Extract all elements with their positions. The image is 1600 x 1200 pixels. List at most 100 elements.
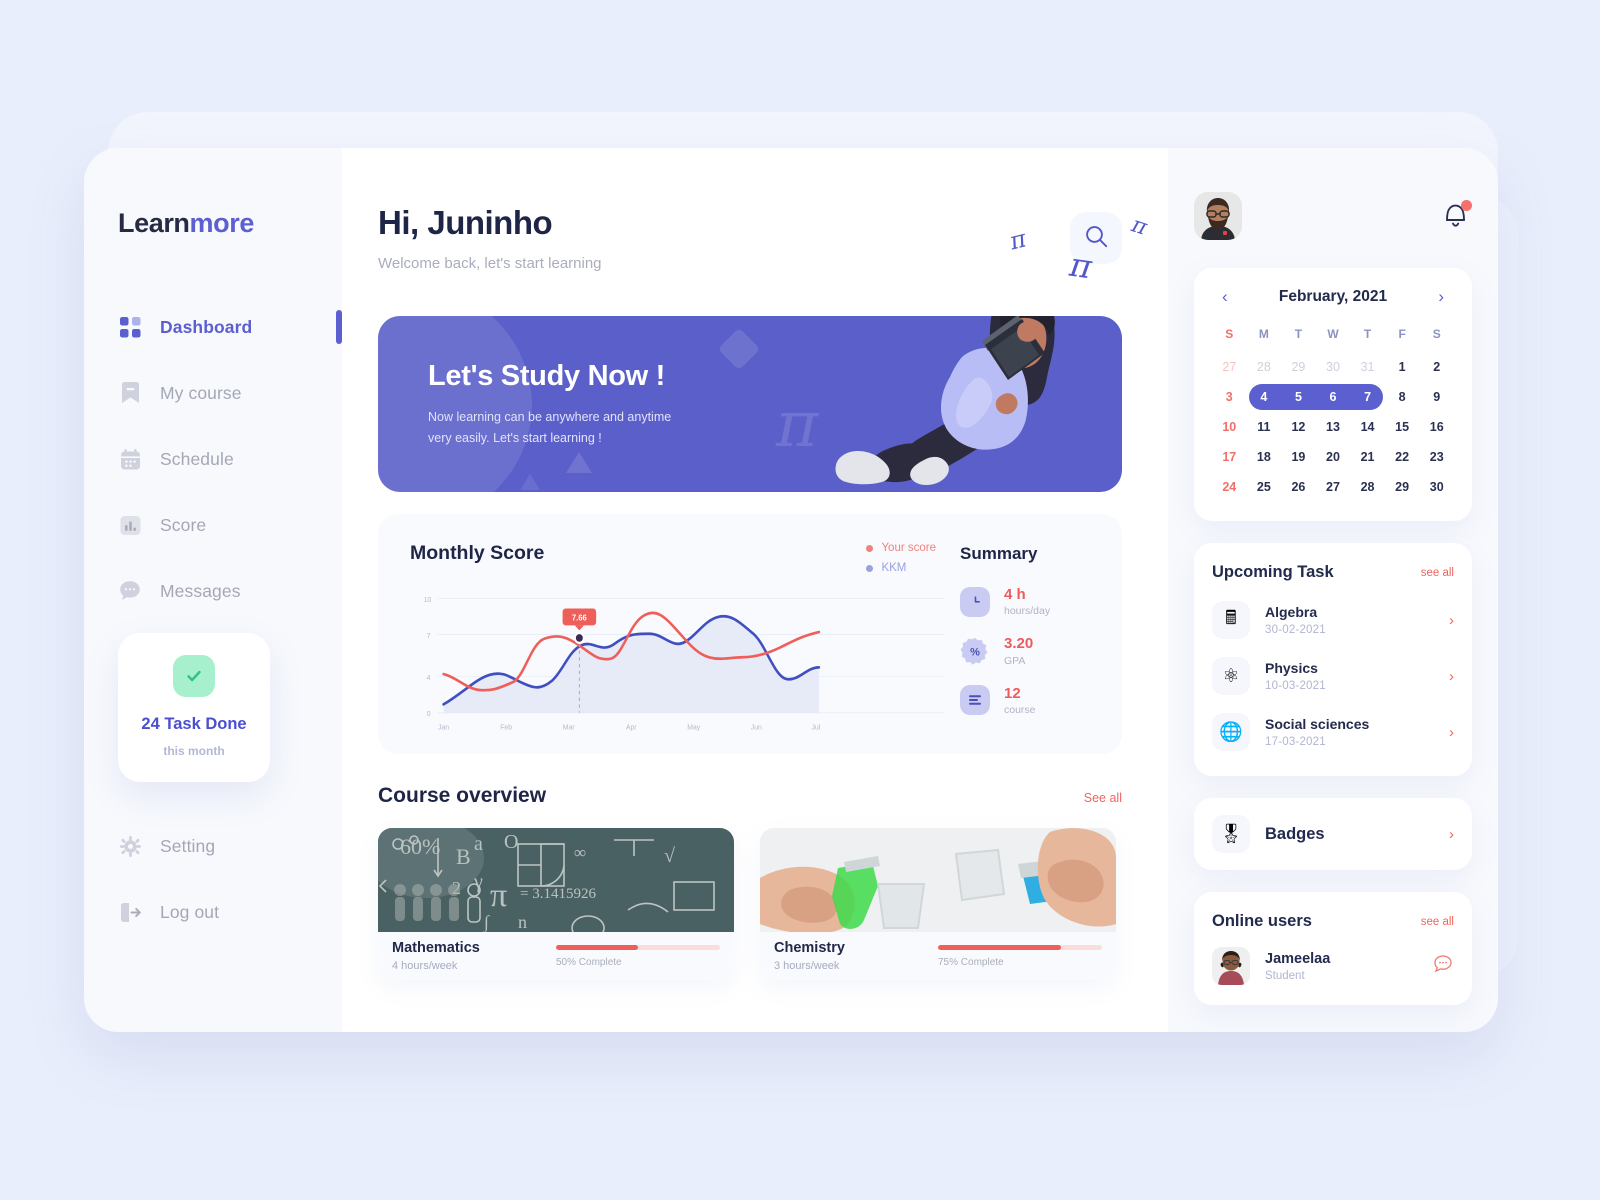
calendar-day[interactable]: 14 bbox=[1350, 413, 1385, 441]
bookmark-icon bbox=[118, 381, 142, 405]
calendar-prev-button[interactable]: ‹ bbox=[1216, 286, 1234, 307]
calendar-day[interactable]: 28 bbox=[1247, 353, 1282, 381]
calendar-day[interactable]: 3 bbox=[1212, 383, 1247, 411]
upcoming-see-all-link[interactable]: see all bbox=[1421, 567, 1454, 579]
calendar-day-selected[interactable]: 4 bbox=[1247, 383, 1282, 411]
summary-unit: GPA bbox=[1004, 654, 1026, 667]
calendar-day[interactable]: 30 bbox=[1419, 473, 1454, 501]
monthly-score-card: Monthly Score Your score KKM 10 7 4 0 7.… bbox=[378, 514, 1122, 754]
study-banner: π Let's Study Now ! Now learning can be … bbox=[378, 316, 1122, 492]
calendar-day[interactable]: 13 bbox=[1316, 413, 1351, 441]
calendar-dow: M bbox=[1258, 327, 1269, 341]
calendar-day[interactable]: 11 bbox=[1247, 413, 1282, 441]
calendar-day[interactable]: 21 bbox=[1350, 443, 1385, 471]
line-chart: 10 7 4 0 7.66 Jan Feb Mar Apr May Jun Ju… bbox=[410, 590, 944, 738]
calendar-day[interactable]: 30 bbox=[1316, 353, 1351, 381]
calendar-day-selected[interactable]: 5 bbox=[1281, 383, 1316, 411]
calendar-day[interactable]: 23 bbox=[1419, 443, 1454, 471]
course-footer: Chemistry 3 hours/week 75% Complete bbox=[760, 932, 1116, 972]
sidebar-item-dashboard[interactable]: Dashboard bbox=[84, 301, 342, 353]
svg-text:60%: 60% bbox=[400, 834, 440, 859]
calendar-day[interactable]: 15 bbox=[1385, 413, 1420, 441]
legend-dot-icon bbox=[866, 564, 874, 572]
sidebar-item-schedule[interactable]: Schedule bbox=[84, 433, 342, 485]
calendar-day[interactable]: 31 bbox=[1350, 353, 1385, 381]
banner-text: Let's Study Now ! Now learning can be an… bbox=[428, 360, 671, 448]
calendar-next-button[interactable]: › bbox=[1432, 286, 1450, 307]
sidebar-item-logout[interactable]: Log out bbox=[84, 886, 342, 938]
svg-text:7.66: 7.66 bbox=[572, 613, 587, 622]
calendar-day[interactable]: 12 bbox=[1281, 413, 1316, 441]
list-icon bbox=[960, 685, 990, 716]
chart-title: Monthly Score bbox=[410, 542, 545, 564]
calendar-day[interactable]: 1 bbox=[1385, 353, 1420, 381]
notifications-button[interactable] bbox=[1442, 200, 1472, 232]
calendar-day-label: 4 bbox=[1260, 390, 1268, 404]
sidebar-item-messages[interactable]: Messages bbox=[84, 565, 342, 617]
globe-icon: 🌐 bbox=[1212, 713, 1250, 751]
upcoming-task-header: Upcoming Task see all bbox=[1212, 563, 1454, 582]
online-users-title: Online users bbox=[1212, 912, 1312, 930]
sidebar-item-my-course[interactable]: My course bbox=[84, 367, 342, 419]
course-card[interactable]: 60% B a O ∞ γ 2 bbox=[378, 828, 734, 980]
svg-text:Jun: Jun bbox=[751, 722, 762, 731]
task-done-card: 24 Task Done this month bbox=[118, 633, 270, 783]
calendar-day[interactable]: 29 bbox=[1281, 353, 1316, 381]
progress-bar-track bbox=[556, 944, 720, 950]
badges-panel[interactable]: 🎖 Badges › bbox=[1194, 798, 1472, 870]
calendar-dow: S bbox=[1432, 327, 1441, 341]
chart-legend: Your score KKM bbox=[866, 542, 960, 582]
calendar-day[interactable]: 17 bbox=[1212, 443, 1247, 471]
calendar-day[interactable]: 26 bbox=[1281, 473, 1316, 501]
calendar-day[interactable]: 18 bbox=[1247, 443, 1282, 471]
task-item-name: Physics bbox=[1265, 660, 1318, 676]
calendar-day[interactable]: 10 bbox=[1212, 413, 1247, 441]
banner-title: Let's Study Now ! bbox=[428, 360, 666, 392]
calendar-day[interactable]: 9 bbox=[1419, 383, 1454, 411]
user-avatar[interactable] bbox=[1194, 192, 1242, 240]
calendar-day[interactable]: 8 bbox=[1385, 383, 1420, 411]
progress-label: 50% Complete bbox=[556, 956, 622, 968]
calendar-day[interactable]: 27 bbox=[1316, 473, 1351, 501]
calendar-day[interactable]: 29 bbox=[1385, 473, 1420, 501]
calendar-day[interactable]: 27 bbox=[1212, 353, 1247, 381]
upcoming-task-item[interactable]: ⚛ Physics 10-03-2021 › bbox=[1212, 648, 1454, 704]
sidebar-item-score[interactable]: Score bbox=[84, 499, 342, 551]
screen: Learnmore Dashboard My course Schedule S… bbox=[0, 0, 1600, 1200]
calendar-day[interactable]: 16 bbox=[1419, 413, 1454, 441]
chevron-right-icon: › bbox=[1449, 723, 1454, 741]
legend-item: KKM bbox=[866, 562, 936, 574]
upcoming-task-item[interactable]: 🌐 Social sciences 17-03-2021 › bbox=[1212, 704, 1454, 760]
course-overview-header: Course overview See all bbox=[378, 784, 1122, 808]
calendar-day[interactable]: 25 bbox=[1247, 473, 1282, 501]
calendar-day[interactable]: 20 bbox=[1316, 443, 1351, 471]
page-title: Hi, Juninho bbox=[378, 204, 553, 241]
main-nav: Dashboard My course Schedule Score Messa… bbox=[84, 301, 342, 617]
calendar-day[interactable]: 19 bbox=[1281, 443, 1316, 471]
course-progress: 75% Complete bbox=[938, 944, 1102, 968]
calendar-day[interactable]: 2 bbox=[1419, 353, 1454, 381]
course-see-all-link[interactable]: See all bbox=[1084, 791, 1122, 805]
right-panel: ‹ February, 2021 › S M T W T F S 27 28 2… bbox=[1168, 148, 1498, 1032]
online-user-item[interactable]: Jameelaa Student bbox=[1212, 941, 1454, 989]
calendar-day-selected[interactable]: 7 bbox=[1350, 383, 1385, 411]
calendar-header: ‹ February, 2021 › bbox=[1212, 286, 1454, 321]
course-list: 60% B a O ∞ γ 2 bbox=[378, 828, 1122, 980]
task-done-title: 24 Task Done bbox=[141, 715, 247, 733]
course-card[interactable]: Chemistry 3 hours/week 75% Complete bbox=[760, 828, 1116, 980]
online-user-role: Student bbox=[1265, 969, 1305, 982]
calendar-day[interactable]: 28 bbox=[1350, 473, 1385, 501]
message-icon[interactable] bbox=[1432, 953, 1454, 980]
app-window: Learnmore Dashboard My course Schedule S… bbox=[84, 148, 1498, 1032]
online-users-panel: Online users see all Jameelaa Student bbox=[1194, 892, 1472, 1005]
chevron-right-icon: › bbox=[1449, 667, 1454, 685]
calendar-day[interactable]: 22 bbox=[1385, 443, 1420, 471]
sidebar-item-setting[interactable]: Setting bbox=[84, 820, 342, 872]
upcoming-task-item[interactable]: 🖩 Algebra 30-02-2021 › bbox=[1212, 592, 1454, 648]
online-see-all-link[interactable]: see all bbox=[1421, 916, 1454, 928]
svg-text:n: n bbox=[518, 912, 527, 932]
calendar-dow: W bbox=[1327, 327, 1339, 341]
calendar-day-selected[interactable]: 6 bbox=[1315, 383, 1351, 411]
check-icon bbox=[173, 655, 215, 697]
calendar-day[interactable]: 24 bbox=[1212, 473, 1247, 501]
